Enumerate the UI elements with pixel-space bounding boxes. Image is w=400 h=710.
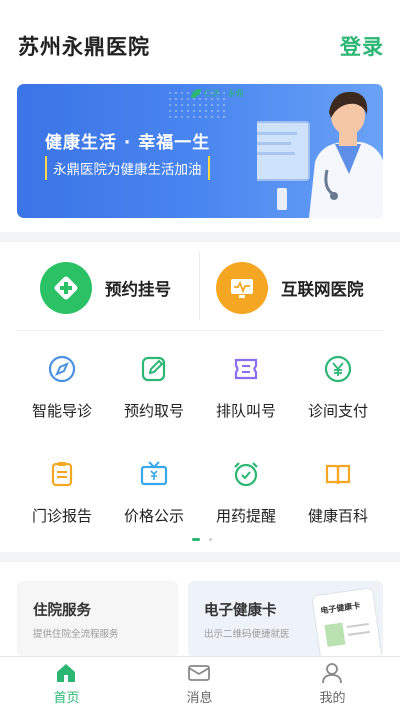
internet-hospital-button[interactable]: 互联网医院 — [216, 252, 364, 324]
book-icon — [325, 464, 351, 485]
tab-messages[interactable]: 消息 — [133, 657, 266, 710]
edit-icon — [141, 356, 166, 382]
inpatient-service-title: 住院服务 — [33, 603, 91, 619]
bottom-tab-bar: 首页 消息 我的 — [0, 656, 400, 710]
app-header: 苏州永鼎医院 登录 — [0, 0, 400, 78]
outpatient-report-button[interactable]: 门诊报告 — [16, 459, 108, 539]
price-tv-icon — [140, 461, 168, 486]
page-dot-active — [192, 538, 200, 541]
clinic-payment-button[interactable]: 诊间支付 — [292, 354, 384, 434]
service-grid-separator — [17, 330, 383, 331]
queue-calling-label: 排队叫号 — [215, 402, 276, 420]
appointment-registration-button[interactable]: 预约挂号 — [40, 252, 171, 324]
message-icon — [188, 665, 210, 681]
banner-logo: 仁济 · 永鼎 — [188, 88, 244, 99]
ticket-icon — [234, 358, 258, 380]
alarm-clock-icon — [234, 462, 258, 487]
section-divider — [0, 552, 400, 562]
tab-profile[interactable]: 我的 — [266, 657, 399, 710]
health-encyclopedia-label: 健康百科 — [307, 507, 368, 525]
doctor-illustration — [257, 91, 383, 218]
price-disclosure-label: 价格公示 — [123, 507, 184, 525]
promo-banner[interactable]: 仁济 · 永鼎 健康生活 · 幸福一生 永鼎医院为健康生活加油 — [17, 84, 383, 218]
clipboard-icon — [51, 462, 73, 487]
tab-messages-label: 消息 — [186, 691, 213, 706]
queue-calling-button[interactable]: 排队叫号 — [200, 354, 292, 434]
appointment-number-label: 预约取号 — [123, 402, 184, 420]
section-divider — [0, 232, 400, 242]
tab-profile-label: 我的 — [319, 691, 346, 706]
banner-subline: 永鼎医院为健康生活加油 — [45, 156, 210, 180]
health-encyclopedia-button[interactable]: 健康百科 — [292, 459, 384, 539]
appointment-number-button[interactable]: 预约取号 — [108, 354, 200, 434]
inpatient-service-subtitle: 提供住院全流程服务 — [33, 629, 119, 640]
medication-reminder-button[interactable]: 用药提醒 — [200, 459, 292, 539]
page-title: 苏州永鼎医院 — [18, 35, 150, 59]
smart-guidance-button[interactable]: 智能导诊 — [16, 354, 108, 434]
e-health-card[interactable]: 电子健康卡 出示二维码便捷就医 电子健康卡 — [188, 581, 383, 657]
appointment-registration-label: 预约挂号 — [105, 280, 171, 299]
e-health-card-title: 电子健康卡 — [204, 603, 277, 619]
monitor-pulse-icon — [216, 262, 268, 314]
user-icon — [322, 663, 342, 684]
banner-headline: 健康生活 · 幸福一生 — [45, 133, 211, 153]
price-disclosure-button[interactable]: 价格公示 — [108, 459, 200, 539]
home-icon — [57, 664, 75, 682]
page-dot — [209, 538, 213, 541]
yen-circle-icon — [324, 355, 352, 383]
compass-icon — [48, 355, 76, 383]
health-card-illustration: 电子健康卡 — [311, 587, 383, 657]
login-button[interactable]: 登录 — [340, 31, 384, 61]
clinic-payment-label: 诊间支付 — [307, 402, 368, 420]
plus-diamond-icon — [40, 262, 92, 314]
tab-home-label: 首页 — [53, 691, 80, 706]
outpatient-report-label: 门诊报告 — [31, 507, 92, 525]
service-separator — [199, 252, 200, 320]
smart-guidance-label: 智能导诊 — [31, 402, 92, 420]
internet-hospital-label: 互联网医院 — [281, 280, 364, 299]
medication-reminder-label: 用药提醒 — [215, 507, 276, 525]
e-health-card-subtitle: 出示二维码便捷就医 — [204, 629, 290, 640]
tab-home[interactable]: 首页 — [0, 657, 133, 710]
inpatient-service-card[interactable]: 住院服务 提供住院全流程服务 — [17, 581, 178, 657]
